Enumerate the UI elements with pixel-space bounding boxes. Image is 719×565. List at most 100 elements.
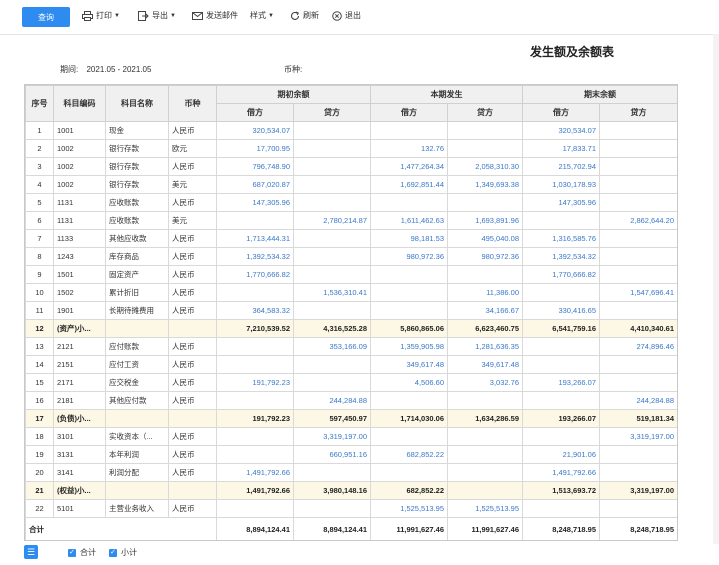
cell-amount bbox=[216, 355, 294, 374]
table-row[interactable]: 22 5101 主营业务收入 人民币 1,525,513.95 1,525,513.95 bbox=[25, 499, 677, 518]
cell-amount bbox=[522, 391, 600, 410]
cell-amount: 6,623,460.75 bbox=[447, 319, 523, 338]
table-row[interactable]: 9 1501 固定资产 人民币 1,770,666.82 1,770,666.82 bbox=[25, 265, 677, 284]
total-amount: 11,991,627.46 bbox=[370, 517, 448, 540]
check-icon: ✓ bbox=[68, 548, 76, 557]
cell-seq: 12 bbox=[25, 319, 54, 338]
header-opening-debit: 借方 bbox=[216, 103, 294, 122]
cell-amount: 147,305.96 bbox=[216, 193, 294, 212]
cell-amount: 147,305.96 bbox=[522, 193, 600, 212]
cell-seq: 10 bbox=[25, 283, 54, 302]
cell-seq: 3 bbox=[25, 157, 54, 176]
cell-currency bbox=[168, 319, 217, 338]
cell-amount: 98,181.53 bbox=[370, 229, 448, 248]
cell-code: 3101 bbox=[53, 427, 106, 446]
header-closing-debit: 借方 bbox=[522, 103, 600, 122]
menu-icon[interactable]: ☰ bbox=[24, 545, 38, 559]
table-row[interactable]: 8 1243 库存商品 人民币 1,392,534.32 980,972.36 980,97… bbox=[25, 247, 677, 266]
cell-name bbox=[105, 319, 169, 338]
cell-currency: 人民币 bbox=[168, 373, 217, 392]
cell-amount: 687,020.87 bbox=[216, 175, 294, 194]
vertical-scrollbar[interactable] bbox=[713, 34, 719, 544]
table-row[interactable]: 20 3141 利润分配 人民币 1,491,792.66 1,491,792.66 bbox=[25, 463, 677, 482]
table-row[interactable]: 16 2181 其他应付款 人民币 244,284.88 244,284.88 bbox=[25, 391, 677, 410]
header-opening-credit: 贷方 bbox=[293, 103, 371, 122]
cell-amount: 1,547,696.41 bbox=[599, 283, 677, 302]
cell-seq: 1 bbox=[25, 121, 54, 140]
cell-currency: 欧元 bbox=[168, 139, 217, 158]
cell-code: 2181 bbox=[53, 391, 106, 410]
cell-seq: 5 bbox=[25, 193, 54, 212]
header-closing: 期末余额 bbox=[522, 85, 677, 104]
cell-currency: 人民币 bbox=[168, 499, 217, 518]
subtotal-row[interactable]: 12 (资产)小... 7,210,539.52 4,316,525.28 5,860,… bbox=[25, 319, 677, 338]
table-row[interactable]: 18 3101 实收资本（... 人民币 3,319,197.00 3,319,197.0… bbox=[25, 427, 677, 446]
cell-amount: 796,748.90 bbox=[216, 157, 294, 176]
export-menu[interactable]: 导出 ▼ bbox=[138, 10, 176, 21]
header-currency: 币种 bbox=[168, 85, 217, 122]
cell-amount: 1,491,792.66 bbox=[522, 463, 600, 482]
cell-seq: 22 bbox=[25, 499, 54, 518]
cell-code: (资产)小... bbox=[53, 319, 106, 338]
table-row[interactable]: 3 1002 银行存款 人民币 796,748.90 1,477,264.34 2,058,… bbox=[25, 157, 677, 176]
subtotal-check-label: 小计 bbox=[121, 548, 137, 557]
exit-button[interactable]: 退出 bbox=[332, 10, 361, 21]
table-row[interactable]: 2 1002 银行存款 欧元 17,700.95 132.76 17,833.71 bbox=[25, 139, 677, 158]
style-menu[interactable]: 样式 ▼ bbox=[250, 10, 274, 21]
table-row[interactable]: 5 1131 应收账款 人民币 147,305.96 147,305.96 bbox=[25, 193, 677, 212]
cell-amount bbox=[447, 463, 523, 482]
cell-amount: 193,266.07 bbox=[522, 409, 600, 428]
cell-amount: 1,611,462.63 bbox=[370, 211, 448, 230]
table-row[interactable]: 1 1001 现金 人民币 320,534.07 320,534.07 bbox=[25, 121, 677, 140]
cell-amount bbox=[370, 391, 448, 410]
refresh-icon bbox=[291, 10, 300, 20]
cell-seq: 14 bbox=[25, 355, 54, 374]
cell-amount bbox=[599, 463, 677, 482]
refresh-button[interactable]: 刷新 bbox=[290, 10, 319, 21]
table-row[interactable]: 6 1131 应收账款 美元 2,780,214.87 1,611,462.63 1,693… bbox=[25, 211, 677, 230]
print-menu[interactable]: 打印 ▼ bbox=[82, 10, 120, 21]
cell-currency: 人民币 bbox=[168, 355, 217, 374]
table-row[interactable]: 15 2171 应交税金 人民币 191,792.23 4,506.60 3,032.76 1… bbox=[25, 373, 677, 392]
cell-seq: 11 bbox=[25, 301, 54, 320]
subtotal-row[interactable]: 17 (负债)小... 191,792.23 597,450.97 1,714,030.… bbox=[25, 409, 677, 428]
report-title: 发生额及余额表 bbox=[530, 45, 615, 59]
cell-amount bbox=[216, 337, 294, 356]
table-row[interactable]: 11 1901 长期待摊费用 人民币 364,583.32 34,166.67 330,41… bbox=[25, 301, 677, 320]
send-mail-button[interactable]: 发送邮件 bbox=[192, 10, 238, 21]
cell-amount: 1,513,693.72 bbox=[522, 481, 600, 500]
cell-amount: 1,693,891.96 bbox=[447, 211, 523, 230]
table-row[interactable]: 19 3131 本年利润 人民币 660,951.16 682,852.22 21,901.… bbox=[25, 445, 677, 464]
table-row[interactable]: 7 1133 其他应收款 人民币 1,713,444.31 98,181.53 495,04… bbox=[25, 229, 677, 248]
cell-code: 1133 bbox=[53, 229, 106, 248]
cell-amount: 3,032.76 bbox=[447, 373, 523, 392]
cell-amount: 193,266.07 bbox=[522, 373, 600, 392]
table-row[interactable]: 14 2151 应付工资 人民币 349,617.48 349,617.48 bbox=[25, 355, 677, 374]
table-row[interactable]: 4 1002 银行存款 美元 687,020.87 1,692,851.44 1,349,6… bbox=[25, 175, 677, 194]
cell-amount bbox=[447, 139, 523, 158]
cell-amount bbox=[293, 175, 371, 194]
cell-amount: 980,972.36 bbox=[447, 247, 523, 266]
cell-amount: 1,392,534.32 bbox=[522, 247, 600, 266]
cell-amount: 1,713,444.31 bbox=[216, 229, 294, 248]
cell-amount bbox=[599, 265, 677, 284]
header-current-debit: 借方 bbox=[370, 103, 448, 122]
cell-currency bbox=[168, 481, 217, 500]
table-row[interactable]: 13 2121 应付账款 人民币 353,166.09 1,359,905.98 1,281… bbox=[25, 337, 677, 356]
cell-amount: 1,349,693.38 bbox=[447, 175, 523, 194]
cell-amount bbox=[522, 211, 600, 230]
subtotal-checkbox[interactable]: ✓ 小计 bbox=[109, 547, 137, 558]
cell-currency: 人民币 bbox=[168, 463, 217, 482]
query-button[interactable]: 查询 bbox=[22, 7, 70, 27]
header-opening: 期初余额 bbox=[216, 85, 371, 104]
cell-name: 现金 bbox=[105, 121, 169, 140]
table-row[interactable]: 10 1502 累计折旧 人民币 1,536,310.41 11,386.00 1,547,… bbox=[25, 283, 677, 302]
subtotal-row[interactable]: 21 (权益)小... 1,491,792.66 3,980,148.16 682,85… bbox=[25, 481, 677, 500]
cell-name bbox=[105, 409, 169, 428]
cell-amount: 597,450.97 bbox=[293, 409, 371, 428]
cell-amount bbox=[293, 247, 371, 266]
cell-amount: 1,316,585.76 bbox=[522, 229, 600, 248]
total-checkbox[interactable]: ✓ 合计 bbox=[68, 547, 96, 558]
close-circle-icon bbox=[332, 10, 342, 21]
cell-amount bbox=[522, 427, 600, 446]
